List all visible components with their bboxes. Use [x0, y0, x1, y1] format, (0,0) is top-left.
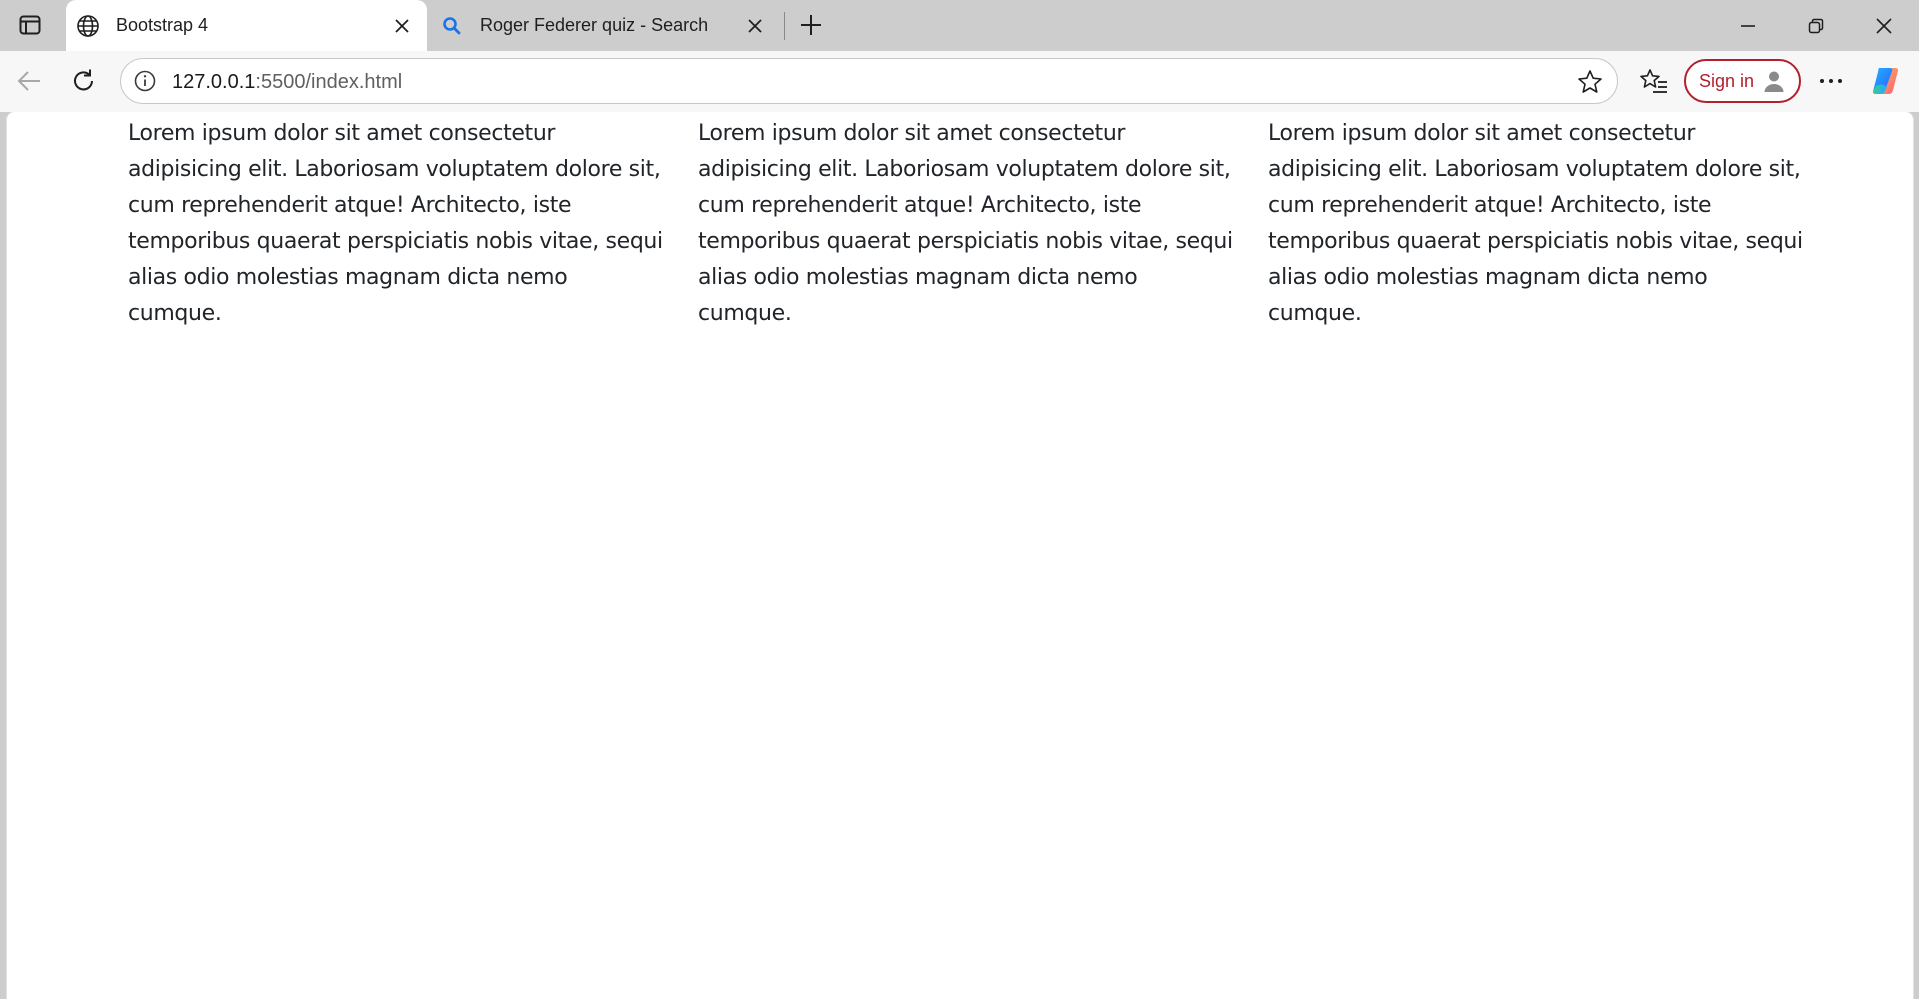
close-tab-icon[interactable] — [742, 13, 768, 39]
info-icon[interactable] — [131, 67, 159, 95]
profile-avatar-icon — [1761, 68, 1787, 94]
restore-button[interactable] — [1782, 0, 1850, 51]
sign-in-label: Sign in — [1699, 70, 1755, 91]
url-text: 127.0.0.1:5500/index.html — [172, 71, 402, 94]
close-icon — [1876, 17, 1892, 34]
lorem-column-2: Lorem ipsum dolor sit amet consectetur a… — [698, 121, 1233, 326]
minimize-icon — [1741, 24, 1755, 27]
browser-toolbar: 127.0.0.1:5500/index.html Sign in — [0, 51, 1919, 112]
url-host: 127.0.0.1 — [172, 71, 256, 93]
restore-icon — [1808, 18, 1824, 33]
page-viewport: Lorem ipsum dolor sit amet consectetur a… — [6, 112, 1914, 999]
lorem-column-1: Lorem ipsum dolor sit amet consectetur a… — [128, 121, 663, 326]
tab-roger-federer-quiz[interactable]: Roger Federer quiz - Search — [430, 0, 780, 51]
minimize-button[interactable] — [1714, 0, 1782, 51]
favorites-button[interactable] — [1634, 61, 1674, 101]
reload-icon — [74, 69, 93, 91]
arrow-left-icon — [17, 71, 40, 91]
add-favorite-button[interactable] — [1573, 65, 1607, 99]
tab-bootstrap-4[interactable]: Bootstrap 4 — [66, 0, 427, 51]
copilot-icon — [1872, 68, 1899, 94]
search-icon — [440, 14, 464, 38]
back-button[interactable] — [9, 61, 49, 101]
more-horizontal-icon — [1820, 79, 1842, 83]
settings-and-more-button[interactable] — [1811, 61, 1851, 101]
sign-in-button[interactable]: Sign in — [1684, 59, 1801, 103]
reload-button[interactable] — [64, 61, 104, 101]
url-path: :5500/index.html — [255, 71, 403, 93]
tab-strip: Bootstrap 4 Roger Federer quiz - Search — [0, 0, 1919, 51]
close-tab-icon[interactable] — [389, 13, 415, 39]
star-icon — [1578, 70, 1602, 93]
globe-icon — [76, 14, 100, 38]
sidebar-layout-icon — [19, 15, 41, 35]
lorem-column-3: Lorem ipsum dolor sit amet consectetur a… — [1268, 121, 1803, 326]
tab-title: Bootstrap 4 — [116, 15, 209, 35]
address-bar[interactable]: 127.0.0.1:5500/index.html — [120, 58, 1618, 104]
tab-title: Roger Federer quiz - Search — [480, 15, 709, 35]
tab-actions-button[interactable] — [12, 10, 48, 40]
favorites-icon — [1640, 69, 1667, 93]
plus-icon — [801, 15, 821, 35]
new-tab-button[interactable] — [795, 9, 827, 41]
close-window-button[interactable] — [1850, 0, 1918, 51]
tab-separator — [784, 12, 785, 40]
copilot-button[interactable] — [1867, 61, 1907, 101]
